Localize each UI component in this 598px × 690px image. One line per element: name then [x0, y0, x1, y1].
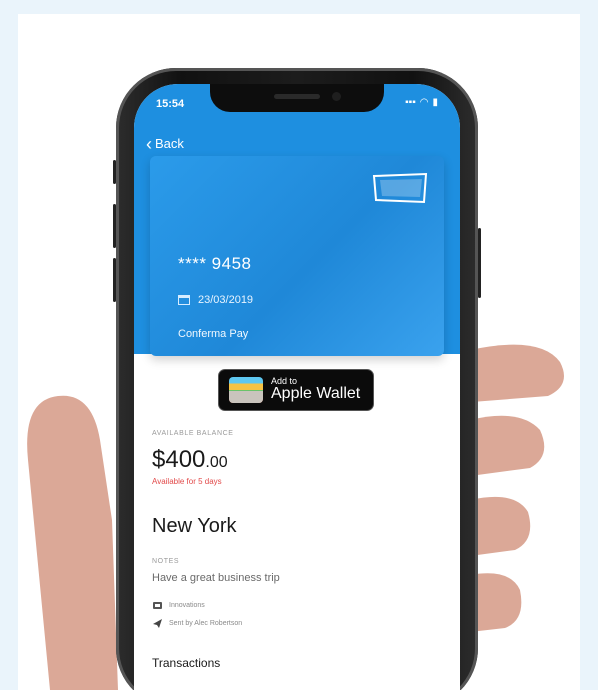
front-camera	[332, 92, 341, 101]
transactions-heading: Transactions	[152, 656, 221, 670]
card-expiry-date: 23/03/2019	[198, 294, 254, 306]
status-time: 15:54	[156, 98, 185, 110]
balance-amount: $400.00	[152, 446, 228, 474]
phone-notch	[210, 84, 384, 112]
wallet-button-line2: Apple Wallet	[271, 385, 361, 403]
signal-icon: ▪▪▪	[405, 97, 416, 108]
battery-icon: ▮	[432, 97, 438, 108]
hand-finger-third	[470, 496, 531, 556]
company-name: Innovations	[169, 602, 205, 609]
balance-availability-note: Available for 5 days	[152, 477, 222, 486]
status-icons: ▪▪▪ ◠ ▮	[405, 97, 438, 108]
balance-cents: .00	[205, 454, 228, 471]
back-button[interactable]: ‹ Back	[146, 133, 184, 154]
sender-row: Sent by Alec Robertson	[152, 618, 242, 629]
company-row: Innovations	[152, 600, 205, 611]
hand-finger-second	[470, 415, 545, 476]
phone-volume-down	[113, 258, 116, 302]
back-label: Back	[155, 136, 184, 151]
payment-card[interactable]: **** 9458 23/03/2019 Conferma Pay	[150, 156, 444, 356]
chevron-left-icon: ‹	[146, 133, 152, 154]
speaker-grille	[274, 94, 320, 99]
send-icon	[153, 619, 162, 628]
available-balance-label: AVAILABLE BALANCE	[152, 430, 234, 437]
balance-dollars: $400	[152, 446, 206, 473]
phone-side-button	[113, 160, 116, 184]
notes-text: Have a great business trip	[152, 572, 280, 584]
hand-thumb	[27, 395, 119, 690]
hand-finger-top	[470, 344, 564, 402]
notes-label: NOTES	[152, 558, 180, 565]
conferma-logo	[372, 172, 428, 204]
wallet-icon	[229, 377, 263, 403]
wallet-button-text: Add to Apple Wallet	[271, 376, 361, 403]
company-icon	[153, 602, 162, 609]
calendar-icon	[178, 295, 190, 305]
wifi-icon: ◠	[419, 97, 429, 108]
add-to-apple-wallet-button[interactable]: Add to Apple Wallet	[218, 369, 374, 411]
phone-power-button	[478, 228, 481, 298]
phone-volume-up	[113, 204, 116, 248]
sender-name: Sent by Alec Robertson	[169, 620, 243, 627]
phone-screen: 15:54 ▪▪▪ ◠ ▮ ‹ Back **** 9458 23/03/201…	[134, 84, 460, 690]
card-expiry: 23/03/2019	[178, 294, 253, 306]
card-number: **** 9458	[178, 254, 252, 273]
card-name: Conferma Pay	[178, 328, 249, 340]
destination-city: New York	[152, 515, 237, 537]
